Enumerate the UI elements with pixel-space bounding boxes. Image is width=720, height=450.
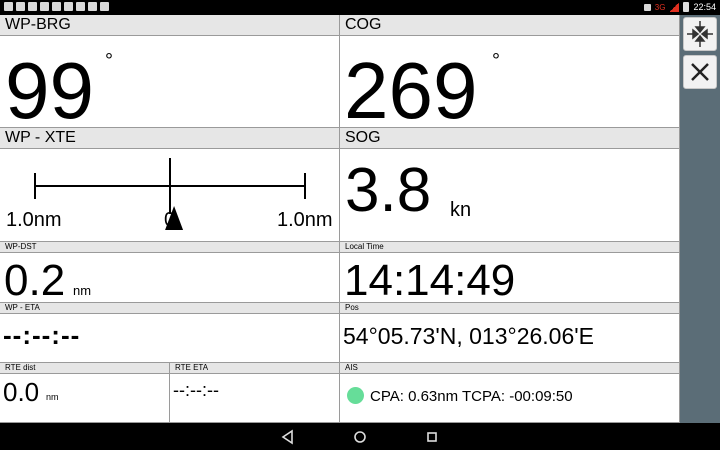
back-icon	[281, 429, 293, 445]
notification-icon	[76, 2, 85, 11]
local-time-value: 14:14:49	[344, 256, 516, 303]
navigation-bar	[0, 423, 720, 450]
compress-button[interactable]	[683, 17, 717, 51]
wp-dst-value: 0.2	[4, 256, 66, 303]
wp-brg-unit: °	[105, 50, 113, 72]
battery-icon	[683, 2, 690, 12]
cog-title: COG	[340, 15, 679, 36]
rte-dist-unit: nm	[46, 392, 59, 402]
wp-xte-cell[interactable]: WP - XTE 1.0nm 0 1.0nm	[0, 128, 340, 242]
signal-icon	[669, 2, 680, 12]
sog-cell[interactable]: SOG 3.8 kn	[340, 128, 680, 242]
cog-unit: °	[492, 50, 500, 72]
wp-brg-value: 99	[5, 46, 94, 128]
wp-dst-unit: nm	[73, 283, 92, 298]
wp-brg-title: WP-BRG	[0, 15, 339, 36]
rte-eta-cell[interactable]: RTE ETA --:--:--	[170, 363, 340, 423]
instrument-panel: WP-BRG 99 ° COG 269 ° WP - XTE 1.0nm 0 1…	[0, 15, 680, 423]
local-time-title: Local Time	[340, 242, 679, 253]
xte-center-label: 0	[164, 209, 176, 231]
sog-title: SOG	[340, 128, 679, 149]
status-bar: 3G 22:54	[0, 0, 720, 15]
right-sidebar	[680, 15, 720, 423]
notification-icon	[28, 2, 37, 11]
vibrate-icon	[643, 3, 651, 11]
notification-icon	[64, 2, 73, 11]
wp-dst-cell[interactable]: WP-DST 0.2 nm	[0, 242, 340, 303]
home-icon	[354, 431, 366, 443]
wp-eta-value: --:--:--	[3, 320, 81, 350]
wp-eta-title: WP - ETA	[0, 303, 339, 314]
wp-xte-title: WP - XTE	[0, 128, 339, 149]
compress-icon	[687, 21, 713, 47]
ais-cpa-text: CPA: 0.63nm TCPA: -00:09:50	[370, 388, 573, 405]
pos-value: 54°05.73'N, 013°26.06'E	[343, 323, 594, 349]
ais-cell[interactable]: AIS CPA: 0.63nm TCPA: -00:09:50	[340, 363, 680, 423]
notification-icon	[52, 2, 61, 11]
notification-icon	[16, 2, 25, 11]
notification-icon	[100, 2, 109, 11]
rte-dist-cell[interactable]: RTE dist 0.0 nm	[0, 363, 170, 423]
ais-status-indicator	[347, 387, 364, 404]
sog-value: 3.8	[345, 156, 432, 225]
local-time-cell[interactable]: Local Time 14:14:49	[340, 242, 680, 303]
home-button[interactable]	[351, 429, 369, 445]
notification-icon	[88, 2, 97, 11]
close-icon	[691, 63, 709, 81]
pos-title: Pos	[340, 303, 679, 314]
recents-button[interactable]	[423, 429, 441, 445]
rte-eta-title: RTE ETA	[170, 363, 339, 374]
wp-dst-title: WP-DST	[0, 242, 339, 253]
wp-eta-cell[interactable]: WP - ETA --:--:--	[0, 303, 340, 363]
rte-dist-value: 0.0	[3, 377, 40, 407]
back-button[interactable]	[279, 429, 297, 445]
status-right: 3G 22:54	[643, 2, 716, 12]
notification-icon	[40, 2, 49, 11]
pos-cell[interactable]: Pos 54°05.73'N, 013°26.06'E	[340, 303, 680, 363]
ais-title: AIS	[340, 363, 679, 374]
notification-icon	[4, 2, 13, 11]
sog-unit: kn	[450, 199, 472, 221]
wp-brg-cell[interactable]: WP-BRG 99 °	[0, 15, 340, 128]
status-time: 22:54	[693, 2, 716, 12]
rte-eta-value: --:--:--	[173, 380, 219, 400]
rte-dist-title: RTE dist	[0, 363, 169, 374]
recents-icon	[427, 432, 437, 442]
cog-value: 269	[344, 46, 478, 128]
network-type: 3G	[654, 2, 666, 12]
xte-left-label: 1.0nm	[6, 209, 62, 231]
cog-cell[interactable]: COG 269 °	[340, 15, 680, 128]
xte-right-label: 1.0nm	[277, 209, 333, 231]
notification-icons	[4, 2, 109, 11]
close-button[interactable]	[683, 55, 717, 89]
